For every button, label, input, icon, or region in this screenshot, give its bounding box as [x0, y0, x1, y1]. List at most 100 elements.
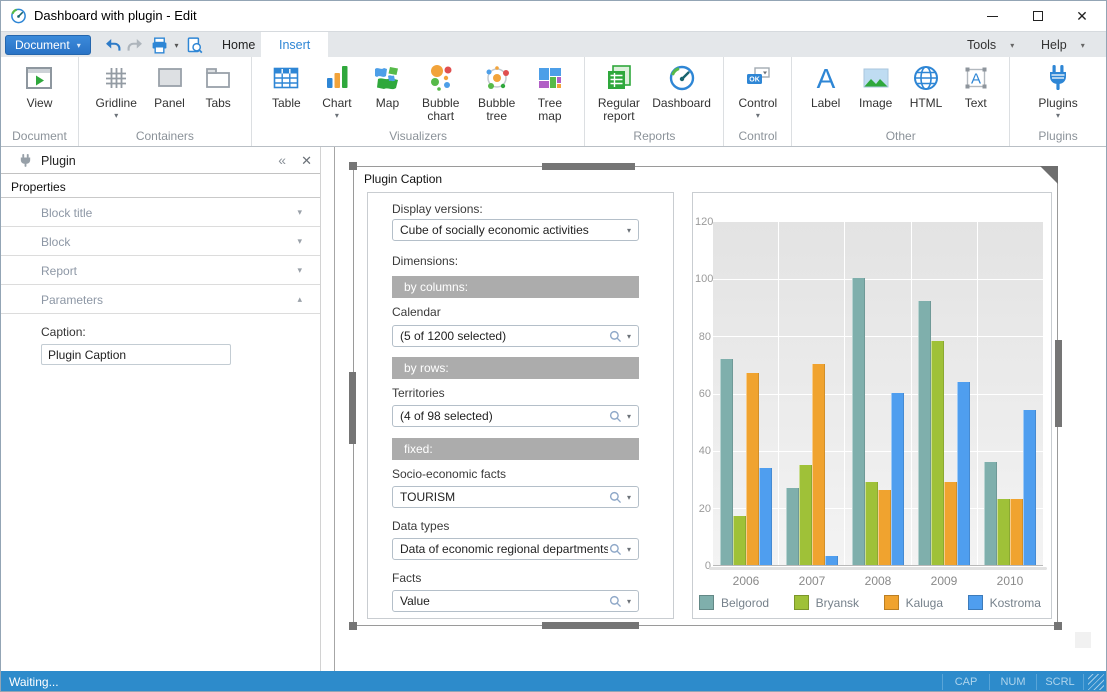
x-tick-label: 2006: [713, 574, 779, 588]
section-label: Parameters: [41, 293, 103, 307]
search-icon[interactable]: [608, 542, 623, 557]
chevron-down-icon: ▾: [627, 332, 631, 341]
menu-tools[interactable]: Tools ▾: [967, 32, 1014, 58]
undo-button[interactable]: [101, 35, 123, 55]
combo-value: (5 of 1200 selected): [393, 329, 608, 343]
maximize-button[interactable]: [1016, 1, 1060, 31]
ribbon-item-tree-map[interactable]: Tree map: [534, 62, 566, 123]
combo-value: Cube of socially economic activities: [393, 223, 627, 237]
ribbon-item-view[interactable]: View: [23, 62, 55, 110]
ribbon-item-bubble-chart[interactable]: Bubble chart: [422, 62, 459, 123]
search-icon[interactable]: [608, 594, 623, 609]
resize-handle-left[interactable]: [349, 372, 356, 444]
text-icon: A: [960, 62, 992, 94]
preview-button[interactable]: [183, 35, 205, 55]
collapse-panel-button[interactable]: «: [278, 152, 286, 168]
close-icon: ✕: [1076, 9, 1088, 23]
ribbon-item-regular-report[interactable]: Regular report: [598, 62, 640, 123]
x-tick-label: 2008: [845, 574, 911, 588]
print-dropdown-button[interactable]: ▾: [171, 35, 182, 55]
ribbon-group-label: Containers: [79, 129, 251, 146]
section-label: Block title: [41, 206, 92, 220]
territories-combo[interactable]: (4 of 98 selected) ▾: [392, 405, 639, 427]
ribbon-item-label[interactable]: ALabel: [810, 62, 842, 110]
legend-label: Kaluga: [906, 596, 943, 610]
legend-item-belgorod: Belgorod: [699, 595, 769, 610]
ribbon-item-bubble-tree[interactable]: Bubble tree: [478, 62, 515, 123]
resize-grip[interactable]: [1088, 674, 1104, 690]
svg-text:OK: OK: [749, 77, 760, 84]
section-block-title[interactable]: Block title ▾: [1, 198, 320, 227]
redo-button[interactable]: [124, 35, 146, 55]
close-panel-button[interactable]: ✕: [301, 153, 312, 169]
ribbon-item-gridline[interactable]: Gridline▾: [96, 62, 137, 120]
design-canvas[interactable]: Plugin Caption Display versions: Cube of…: [335, 147, 1107, 671]
ribbon-item-table[interactable]: Table: [270, 62, 302, 110]
ribbon-item-control[interactable]: OKControl▾: [738, 62, 777, 120]
legend-swatch: [699, 595, 714, 610]
display-versions-label: Display versions:: [392, 202, 483, 216]
view-icon: [23, 62, 55, 94]
ribbon-item-label: Plugins: [1038, 97, 1077, 110]
ribbon-item-label: Bubble chart: [422, 97, 459, 123]
bar-belgorod-2010: [984, 462, 997, 565]
caption-input[interactable]: [41, 344, 231, 365]
bar-kaluga-2008: [878, 490, 891, 565]
resize-handle-bottom-right[interactable]: [1054, 622, 1062, 630]
x-tick-label: 2009: [911, 574, 977, 588]
chart-bars: [713, 222, 1043, 565]
ribbon-item-chart[interactable]: Chart▾: [321, 62, 353, 120]
resize-handle-top[interactable]: [542, 163, 635, 170]
section-report[interactable]: Report ▾: [1, 256, 320, 285]
menu-help[interactable]: Help ▾: [1041, 32, 1085, 58]
plugins-icon: [1042, 62, 1074, 94]
ribbon-item-label: Text: [965, 97, 987, 110]
menu-label: Tools: [967, 38, 996, 52]
html-icon: [910, 62, 942, 94]
resize-handle-top-left[interactable]: [349, 162, 357, 170]
maximize-icon: [1033, 11, 1043, 21]
resize-handle-right[interactable]: [1055, 340, 1062, 427]
menu-bar: Document ▾ ▾ Home Insert Tools ▾ Help ▾: [1, 31, 1106, 57]
ribbon-item-label: Table: [272, 97, 301, 110]
data-types-combo[interactable]: Data of economic regional departments ▾: [392, 538, 639, 560]
ribbon-item-dashboard[interactable]: Dashboard: [652, 62, 711, 110]
ribbon-item-map[interactable]: Map: [371, 62, 403, 110]
display-versions-combo[interactable]: Cube of socially economic activities ▾: [392, 219, 639, 241]
tab-insert[interactable]: Insert: [261, 32, 328, 58]
plugin-widget[interactable]: Plugin Caption Display versions: Cube of…: [353, 166, 1058, 626]
document-menu-button[interactable]: Document ▾: [5, 35, 91, 55]
ribbon-item-label: Gridline: [96, 97, 137, 110]
ribbon-item-label: Regular report: [598, 97, 640, 123]
ribbon-item-plugins[interactable]: Plugins▾: [1038, 62, 1077, 120]
chevron-down-icon: ▾: [114, 111, 118, 120]
chevron-down-icon: ▾: [627, 545, 631, 554]
calendar-combo[interactable]: (5 of 1200 selected) ▾: [392, 325, 639, 347]
search-icon[interactable]: [608, 329, 623, 344]
minimize-button[interactable]: [970, 1, 1014, 31]
facts-combo[interactable]: Value ▾: [392, 590, 639, 612]
calendar-label: Calendar: [392, 305, 441, 319]
section-parameters[interactable]: Parameters ▴: [1, 285, 320, 314]
ribbon-group-document: ViewDocument: [1, 57, 79, 146]
properties-label: Properties: [11, 180, 66, 194]
resize-handle-bottom-left[interactable]: [349, 622, 357, 630]
chart-category-group: [912, 222, 978, 565]
ribbon-item-tabs[interactable]: Tabs: [202, 62, 234, 110]
search-icon[interactable]: [608, 409, 623, 424]
socio-economic-facts-combo[interactable]: TOURISM ▾: [392, 486, 639, 508]
chevron-down-icon: ▾: [297, 265, 302, 276]
section-block[interactable]: Block ▾: [1, 227, 320, 256]
resize-handle-bottom[interactable]: [542, 622, 639, 629]
y-tick-label: 40: [695, 445, 711, 457]
ribbon-item-panel[interactable]: Panel: [154, 62, 186, 110]
print-button[interactable]: [148, 35, 170, 55]
ribbon-item-image[interactable]: Image: [859, 62, 892, 110]
ribbon-item-text[interactable]: A Text: [960, 62, 992, 110]
bar-kaluga-2010: [1010, 499, 1023, 565]
resize-handle-top-right[interactable]: [1040, 166, 1058, 184]
plug-icon: [18, 153, 33, 171]
close-button[interactable]: ✕: [1060, 1, 1104, 31]
ribbon-item-html[interactable]: HTML: [910, 62, 943, 110]
search-icon[interactable]: [608, 490, 623, 505]
